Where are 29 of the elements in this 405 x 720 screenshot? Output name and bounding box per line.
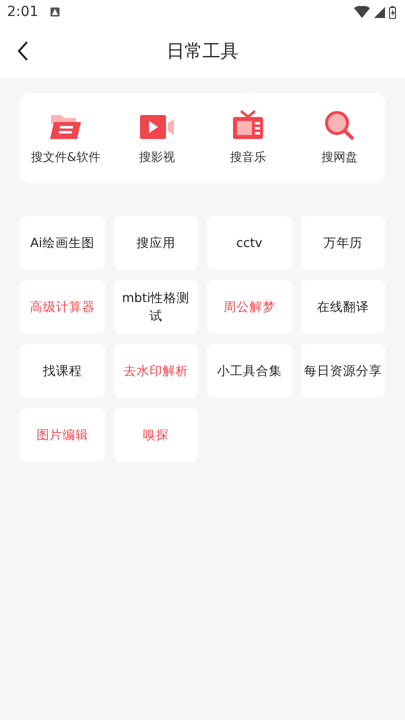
video-camera-icon [138, 114, 175, 140]
tool-tile[interactable]: 周公解梦 [207, 280, 292, 334]
tool-tile[interactable]: 嗅探 [114, 408, 198, 462]
tool-tile[interactable]: 搜应用 [114, 216, 198, 270]
tool-tile[interactable]: cctv [207, 216, 292, 270]
tool-tile[interactable]: 每日资源分享 [300, 344, 385, 398]
status-time: 2:01 [7, 2, 38, 22]
battery-icon [389, 6, 396, 18]
signal-icon [374, 6, 385, 18]
wifi-icon [354, 6, 370, 18]
tv-icon [232, 110, 264, 140]
search-icon [324, 110, 354, 140]
tool-tile[interactable]: 找课程 [20, 344, 104, 398]
search-source-button[interactable]: 搜音乐 [202, 110, 294, 166]
folder-icon [48, 112, 83, 140]
back-icon [17, 41, 29, 61]
notification-icon [50, 7, 60, 17]
search-source-button[interactable]: 搜网盘 [294, 110, 385, 166]
tool-tile[interactable]: 图片编辑 [20, 408, 104, 462]
tool-tile[interactable]: 万年历 [300, 216, 385, 270]
search-source-button[interactable]: 搜影视 [111, 110, 202, 166]
page-title: 日常工具 [166, 40, 238, 64]
search-source-button[interactable]: 搜文件&软件 [20, 110, 112, 166]
tool-tile[interactable]: Ai绘画生图 [20, 216, 104, 270]
tool-tile[interactable]: 小工具合集 [207, 344, 292, 398]
tool-tile[interactable]: 高级计算器 [20, 280, 104, 334]
tool-tile[interactable]: 去水印解析 [114, 344, 198, 398]
tool-tile[interactable]: mbti性格测试 [114, 280, 198, 334]
tool-tile[interactable]: 在线翻译 [300, 280, 385, 334]
